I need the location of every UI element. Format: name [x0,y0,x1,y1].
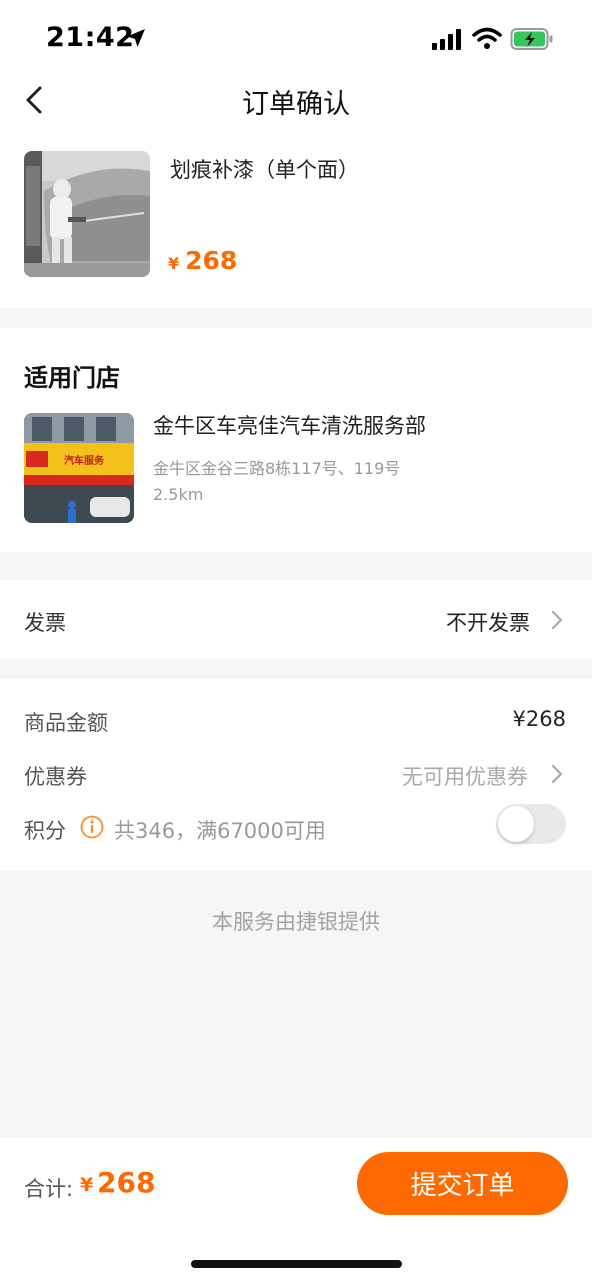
product-price-value: 268 [185,246,238,275]
chevron-right-icon [551,610,563,630]
section-title-store: 适用门店 [24,364,120,392]
product-image [24,151,150,277]
store-sign-text: 汽车服务 [64,454,105,467]
total-label: 合计: [24,1177,74,1201]
page-title: 订单确认 [242,89,350,120]
invoice-label: 发票 [24,611,66,635]
submit-order-button[interactable]: 提交订单 [357,1152,568,1215]
nav-bar: 订单确认 [0,70,592,130]
bottom-bar: 合计: ¥ 268 提交订单 [0,1138,592,1280]
status-bar: 21:42 [0,0,592,70]
battery-charging-icon [510,28,553,50]
location-arrow-icon [127,29,145,47]
store-name: 金牛区车亮佳汽车清洗服务部 [153,414,426,438]
cellular-signal-icon [432,29,461,50]
goods-amount-label: 商品金额 [24,711,108,735]
total-currency: ¥ [80,1174,94,1196]
coupon-label: 优惠券 [24,765,87,789]
store-card[interactable]: 适用门店 汽车服务 金牛区车亮佳汽车清洗服务部 金牛区金谷三路8栋117号、11… [0,328,592,552]
toggle-knob [498,806,534,842]
invoice-value: 不开发票 [446,611,530,635]
points-description: 共346，满67000可用 [114,819,326,843]
coupon-chevron-right-icon[interactable] [550,763,564,785]
product-name: 划痕补漆（单个面） [170,158,359,182]
order-confirm-page: 21:42 订单确认 划痕补漆（单个面） ¥ 268 适用门店 汽车服务 金牛区… [0,0,592,1280]
points-label: 积分 [24,819,66,843]
coupon-value[interactable]: 无可用优惠券 [402,761,528,791]
total-amount: 268 [97,1166,156,1199]
store-address: 金牛区金谷三路8栋117号、119号 [153,459,401,478]
product-price-currency: ¥ [168,254,180,273]
store-distance: 2.5km [153,485,204,504]
wifi-icon [472,27,502,49]
provider-note: 本服务由捷银提供 [212,910,380,934]
amount-section: 商品金额 ¥268 优惠券 无可用优惠券 积分 共346，满67000可用 [0,679,592,871]
points-toggle[interactable] [496,804,566,844]
goods-amount-value: ¥268 [512,707,566,731]
product-price: ¥268 [168,246,237,275]
invoice-row[interactable]: 发票 不开发票 [0,580,592,659]
info-icon[interactable] [80,815,104,839]
home-indicator [191,1260,402,1268]
status-time: 21:42 [46,22,135,53]
product-card[interactable]: 划痕补漆（单个面） ¥268 [0,130,592,308]
store-image: 汽车服务 [24,413,134,523]
